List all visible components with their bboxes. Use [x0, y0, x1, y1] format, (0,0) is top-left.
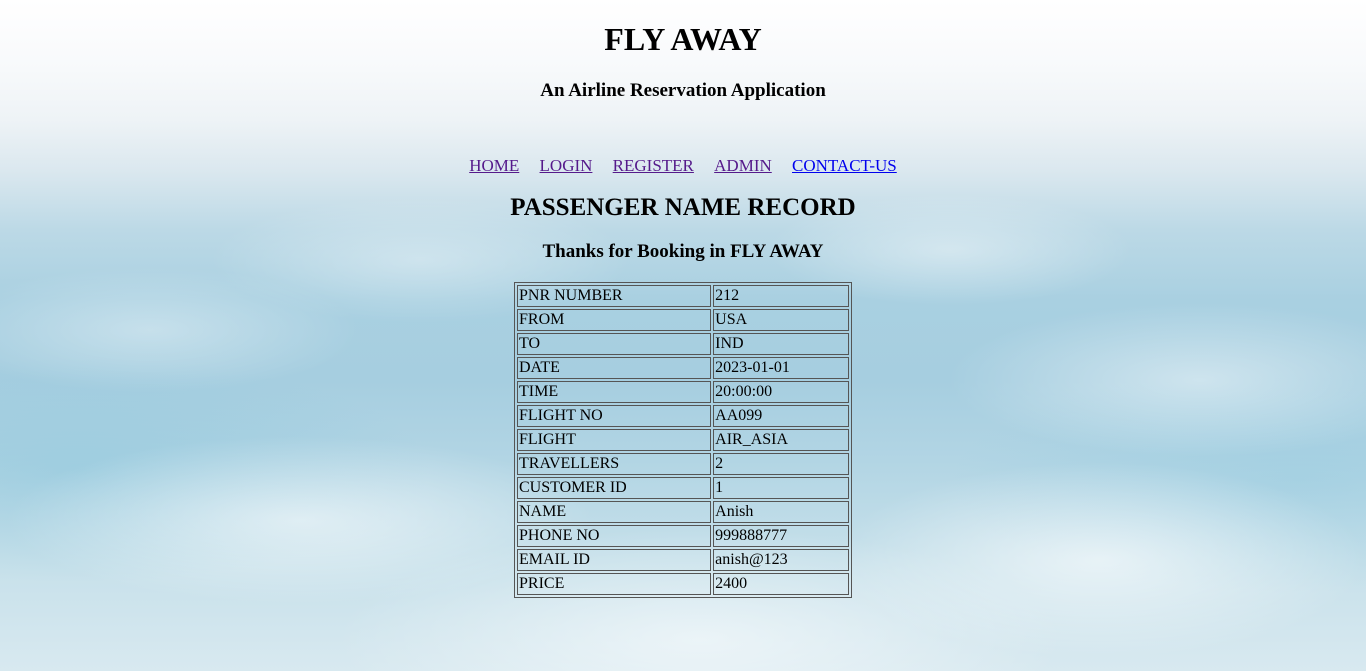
thanks-message: Thanks for Booking in FLY AWAY — [542, 241, 824, 262]
record-value: USA — [713, 309, 849, 331]
record-value: 999888777 — [713, 525, 849, 547]
table-row: TO IND — [517, 333, 849, 355]
record-key: TRAVELLERS — [517, 453, 712, 475]
record-value: 2400 — [713, 573, 849, 595]
record-value: 2023-01-01 — [713, 357, 849, 379]
table-row: TRAVELLERS 2 — [517, 453, 849, 475]
record-value: 1 — [713, 477, 849, 499]
record-key: PHONE NO — [517, 525, 712, 547]
record-key: FROM — [517, 309, 712, 331]
record-value: AA099 — [713, 405, 849, 427]
main-nav: HOME LOGIN REGISTER ADMIN CONTACT-US — [0, 156, 1366, 176]
record-key: TIME — [517, 381, 712, 403]
record-value: 20:00:00 — [713, 381, 849, 403]
record-value: anish@123 — [713, 549, 849, 571]
table-row: NAME Anish — [517, 501, 849, 523]
passenger-record-table: PNR NUMBER 212 FROM USA TO IND DATE 2023… — [514, 282, 852, 598]
nav-link-login[interactable]: LOGIN — [540, 156, 593, 176]
table-row: PNR NUMBER 212 — [517, 285, 849, 307]
record-key: CUSTOMER ID — [517, 477, 712, 499]
nav-link-home[interactable]: HOME — [469, 156, 519, 176]
nav-link-admin[interactable]: ADMIN — [714, 156, 772, 176]
record-key: PRICE — [517, 573, 712, 595]
record-key: DATE — [517, 357, 712, 379]
table-row: PRICE 2400 — [517, 573, 849, 595]
table-row: EMAIL ID anish@123 — [517, 549, 849, 571]
table-row: PHONE NO 999888777 — [517, 525, 849, 547]
site-subtitle: An Airline Reservation Application — [540, 80, 826, 101]
record-key: TO — [517, 333, 712, 355]
record-value: AIR_ASIA — [713, 429, 849, 451]
site-title: FLY AWAY — [604, 21, 762, 57]
table-row: FROM USA — [517, 309, 849, 331]
record-key: FLIGHT NO — [517, 405, 712, 427]
record-value: Anish — [713, 501, 849, 523]
record-value: 2 — [713, 453, 849, 475]
record-value: 212 — [713, 285, 849, 307]
record-key: PNR NUMBER — [517, 285, 712, 307]
record-key: FLIGHT — [517, 429, 712, 451]
nav-link-register[interactable]: REGISTER — [613, 156, 694, 176]
table-row: FLIGHT AIR_ASIA — [517, 429, 849, 451]
record-key: EMAIL ID — [517, 549, 712, 571]
nav-link-contact-us[interactable]: CONTACT-US — [792, 156, 897, 176]
table-row: CUSTOMER ID 1 — [517, 477, 849, 499]
record-value: IND — [713, 333, 849, 355]
table-row: FLIGHT NO AA099 — [517, 405, 849, 427]
record-key: NAME — [517, 501, 712, 523]
table-row: DATE 2023-01-01 — [517, 357, 849, 379]
table-row: TIME 20:00:00 — [517, 381, 849, 403]
page-heading: PASSENGER NAME RECORD — [510, 194, 856, 221]
